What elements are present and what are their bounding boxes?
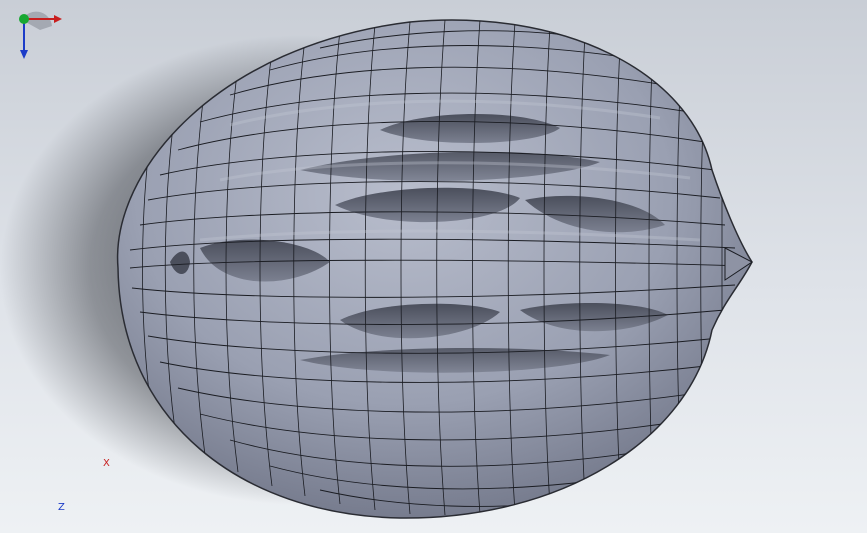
x-axis-arrow <box>54 15 62 23</box>
helmet-model[interactable] <box>0 0 867 533</box>
y-axis-dot <box>19 14 29 24</box>
z-axis-arrow <box>20 50 28 59</box>
graphics-viewport[interactable]: X Z <box>0 0 867 533</box>
x-axis-label: X <box>103 458 110 469</box>
z-axis-label: Z <box>58 502 65 513</box>
reference-triad <box>19 11 62 59</box>
